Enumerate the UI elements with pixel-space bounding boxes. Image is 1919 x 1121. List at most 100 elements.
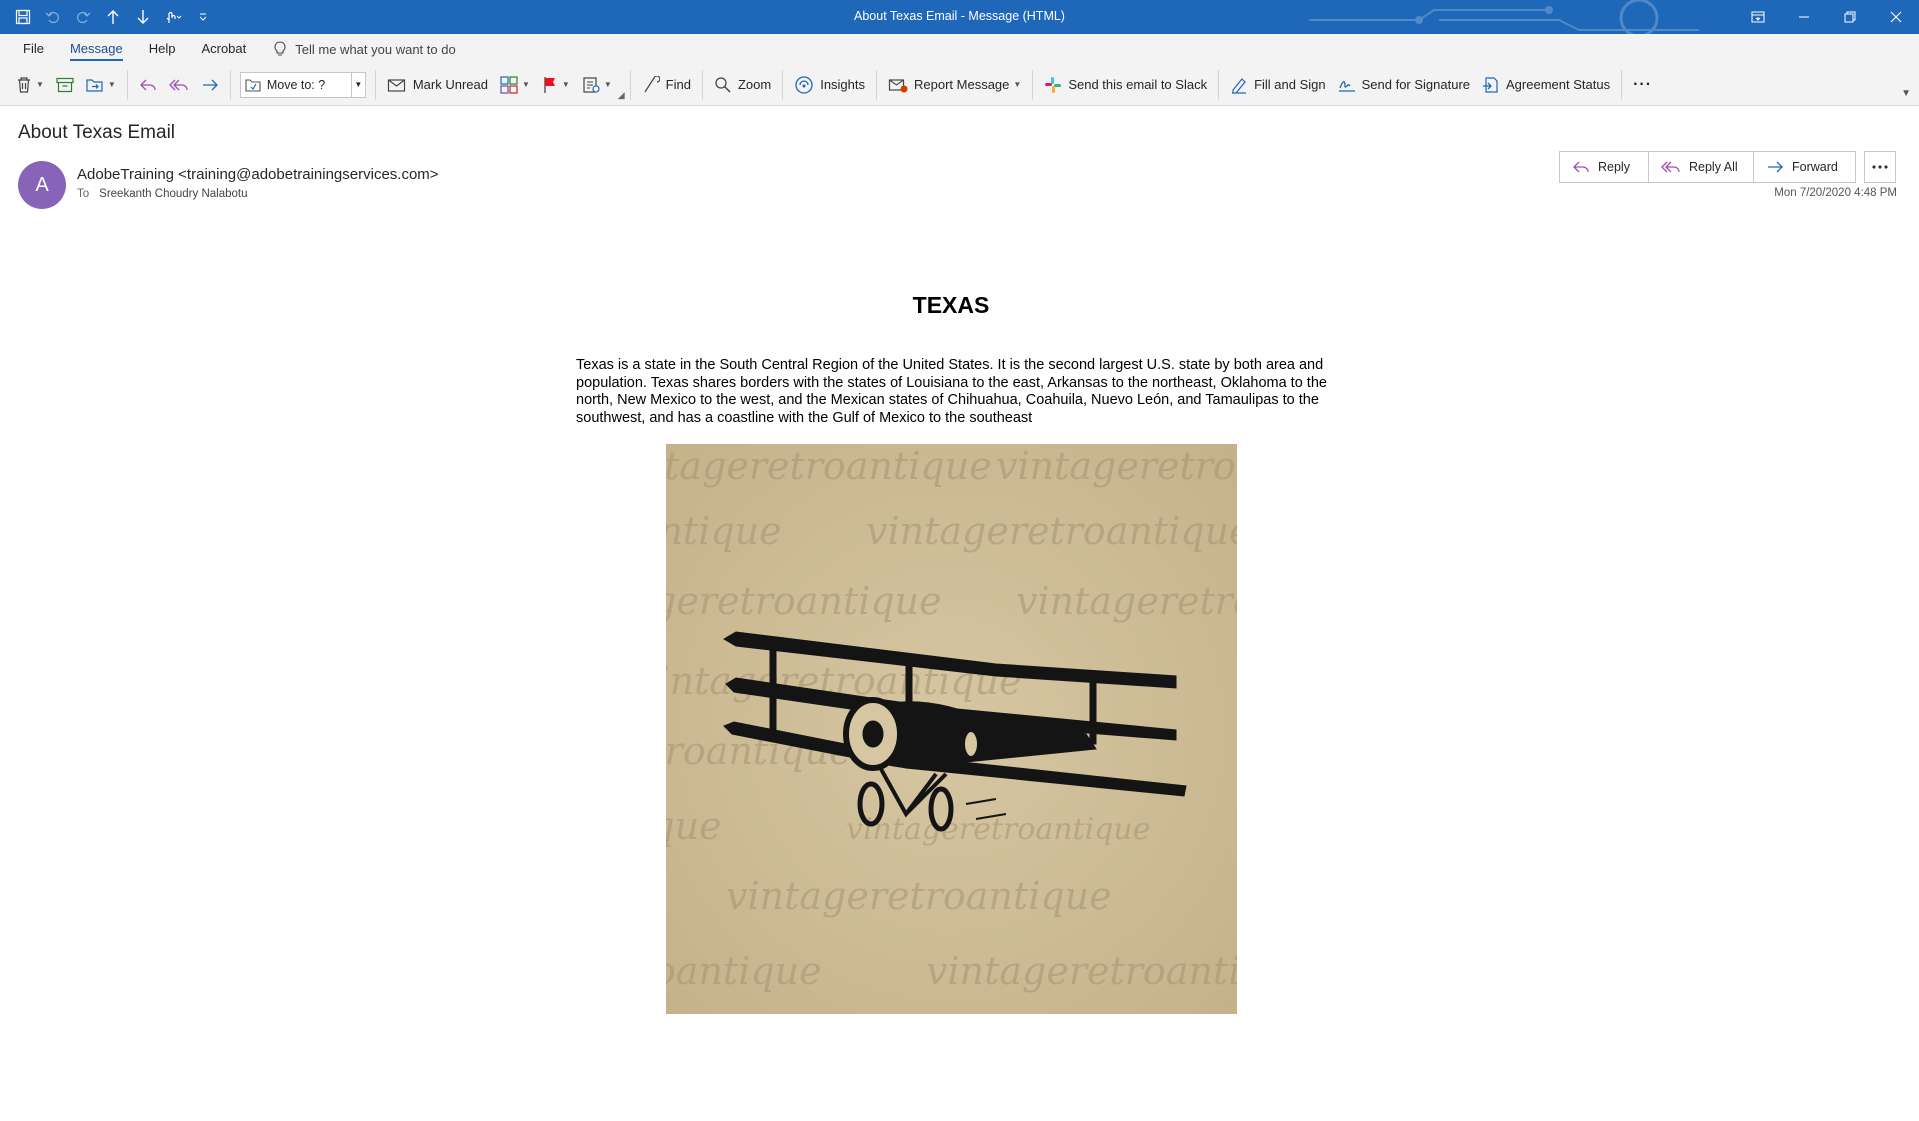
more-actions-button[interactable]: [1864, 151, 1896, 183]
ribbon-divider: [876, 69, 878, 100]
tab-file[interactable]: File: [10, 34, 57, 64]
watermark-text: vintageretroantique: [866, 509, 1237, 553]
agreement-status-label: Agreement Status: [1506, 77, 1611, 92]
tell-me-search[interactable]: Tell me what you want to do: [273, 41, 456, 57]
assign-policy-button[interactable]: ▼: [576, 69, 618, 101]
ribbon-divider: [374, 69, 376, 100]
restore-icon[interactable]: [1827, 0, 1873, 34]
reply-all-button[interactable]: Reply All: [1648, 151, 1754, 183]
forward-button[interactable]: Forward: [1753, 151, 1856, 183]
title-bar: About Texas Email - Message (HTML): [0, 0, 1919, 34]
categorize-button[interactable]: ▼: [494, 69, 536, 101]
forward-icon: [1768, 161, 1783, 173]
chevron-down-icon[interactable]: ▼: [350, 72, 365, 97]
send-to-slack-label: Send this email to Slack: [1068, 77, 1208, 92]
reply-quick-button[interactable]: [133, 69, 163, 101]
pen-icon: [1232, 77, 1247, 94]
mark-unread-button[interactable]: Mark Unread: [381, 69, 494, 101]
window-controls: [1735, 0, 1919, 34]
reply-icon: [1573, 161, 1589, 173]
send-to-slack-button[interactable]: Send this email to Slack: [1038, 69, 1213, 101]
slack-icon: [1045, 76, 1062, 93]
send-for-signature-label: Send for Signature: [1361, 77, 1471, 92]
ribbon-divider: [229, 69, 231, 100]
follow-up-button[interactable]: ▼: [536, 69, 576, 101]
recipient-name[interactable]: Sreekanth Choudry Nalabotu: [99, 188, 247, 200]
biplane-image[interactable]: vintageretroantique vintageretroantique …: [666, 444, 1237, 1014]
previous-item-icon[interactable]: [102, 6, 124, 28]
insights-icon: [795, 75, 813, 94]
watermark-text: vintageretroantique: [1016, 579, 1237, 623]
policy-icon: [583, 76, 600, 93]
title-bar-decoration: [1309, 0, 1699, 34]
watermark-text: vintageretroantique: [666, 804, 722, 848]
chevron-down-icon[interactable]: ▼: [1013, 80, 1021, 89]
forward-label: Forward: [1792, 160, 1838, 174]
ribbon: ▼ ▼ Move to: ? ▼ Mark Unread ▼ ▼ ▼ ◢ Fin…: [0, 64, 1919, 106]
chevron-down-icon[interactable]: ▼: [562, 80, 570, 89]
insights-label: Insights: [820, 77, 866, 92]
archive-button[interactable]: [50, 69, 80, 101]
flag-icon: [544, 76, 555, 93]
reply-all-quick-button[interactable]: [163, 69, 195, 101]
chevron-down-icon[interactable]: ▼: [522, 80, 530, 89]
fill-and-sign-label: Fill and Sign: [1254, 77, 1326, 92]
watermark-text: vintageretroantique: [666, 579, 942, 623]
sender[interactable]: AdobeTraining <training@adobetrainingser…: [77, 166, 439, 183]
to-label: To: [77, 188, 90, 200]
minimize-icon[interactable]: [1781, 0, 1827, 34]
report-message-button[interactable]: Report Message ▼: [882, 69, 1027, 101]
collapse-ribbon-icon[interactable]: ▼: [1901, 88, 1911, 99]
trash-icon: [18, 76, 30, 93]
send-for-signature-button[interactable]: Send for Signature: [1332, 69, 1476, 101]
delete-button[interactable]: ▼: [10, 69, 50, 101]
ribbon-divider: [782, 69, 784, 100]
move-button[interactable]: ▼: [80, 69, 122, 101]
reply-icon: [139, 79, 156, 90]
reply-button[interactable]: Reply: [1559, 151, 1649, 183]
move-to-quick-step[interactable]: Move to: ? ▼: [239, 71, 366, 98]
dialog-launcher-icon[interactable]: ◢: [618, 90, 625, 101]
watermark-text: vintageretroantique: [996, 444, 1237, 488]
find-icon: [644, 75, 660, 92]
report-message-label: Report Message: [914, 77, 1010, 92]
watermark-text: vintageretroantique: [666, 949, 822, 993]
tab-message[interactable]: Message: [57, 34, 136, 64]
ribbon-divider: [701, 69, 703, 100]
tab-acrobat[interactable]: Acrobat: [188, 34, 259, 64]
ribbon-display-options-icon[interactable]: [1735, 0, 1781, 34]
forward-icon: [202, 79, 218, 90]
chevron-down-icon[interactable]: ▼: [604, 80, 612, 89]
ribbon-divider: [1621, 69, 1623, 100]
next-item-icon[interactable]: [132, 6, 154, 28]
redo-icon[interactable]: [72, 6, 94, 28]
envelope-icon: [387, 78, 405, 92]
close-icon[interactable]: [1873, 0, 1919, 34]
insights-button[interactable]: Insights: [788, 69, 871, 101]
customize-toolbar-icon[interactable]: [192, 6, 214, 28]
forward-quick-button[interactable]: [195, 69, 225, 101]
chevron-down-icon[interactable]: ▼: [36, 80, 44, 89]
agreement-status-button[interactable]: Agreement Status: [1476, 69, 1616, 101]
tab-help[interactable]: Help: [136, 34, 189, 64]
find-button[interactable]: Find: [636, 69, 697, 101]
more-commands-button[interactable]: ···: [1627, 69, 1658, 101]
save-icon[interactable]: [12, 6, 34, 28]
watermark-text: vintageretroantique: [926, 949, 1237, 993]
watermark-text: vintageretroantique: [846, 812, 1150, 847]
avatar[interactable]: A: [18, 161, 66, 209]
signature-icon: [1338, 80, 1355, 92]
tell-me-label: Tell me what you want to do: [295, 41, 456, 57]
zoom-label: Zoom: [737, 77, 772, 92]
undo-icon[interactable]: [42, 6, 64, 28]
fill-and-sign-button[interactable]: Fill and Sign: [1224, 69, 1332, 101]
mark-unread-label: Mark Unread: [412, 77, 488, 92]
body-paragraph: Texas is a state in the South Central Re…: [576, 357, 1327, 426]
quick-step-folder-icon: [245, 78, 261, 92]
archive-icon: [56, 77, 74, 92]
touch-mode-icon[interactable]: [162, 6, 184, 28]
reply-label: Reply: [1598, 160, 1630, 174]
zoom-button[interactable]: Zoom: [708, 69, 777, 101]
chevron-down-icon[interactable]: ▼: [108, 80, 116, 89]
recipient-line: To Sreekanth Choudry Nalabotu: [77, 188, 247, 200]
